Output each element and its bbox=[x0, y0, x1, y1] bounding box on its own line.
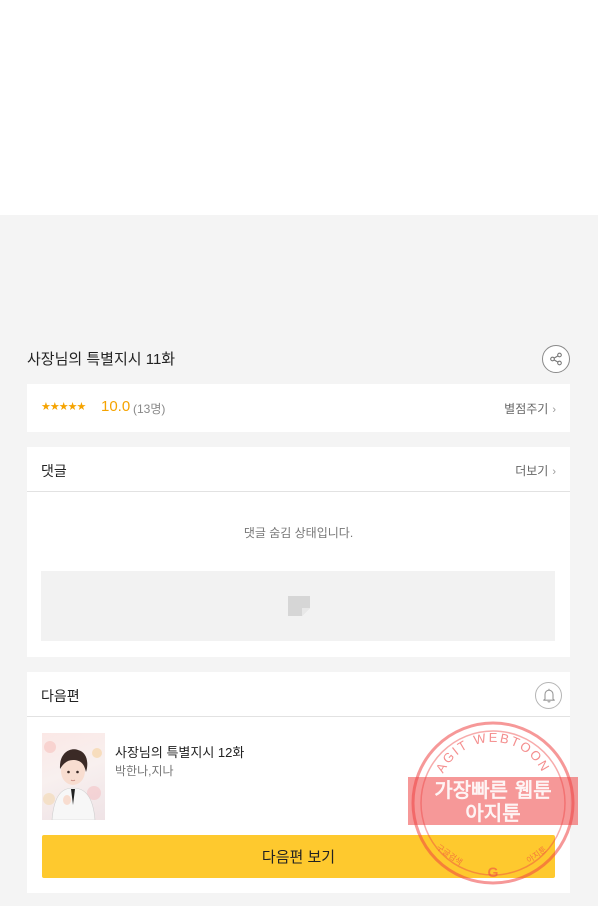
comment-card: 댓글 더보기 › 댓글 숨김 상태입니다. bbox=[27, 447, 570, 657]
comment-header: 댓글 더보기 › bbox=[27, 447, 570, 492]
episode-title: 사장님의 특별지시 11화 bbox=[27, 351, 176, 368]
image-placeholder-icon bbox=[288, 596, 310, 616]
chevron-right-icon: › bbox=[552, 404, 556, 416]
comment-title: 댓글 bbox=[41, 463, 67, 479]
next-episode-title[interactable]: 사장님의 특별지시 12화 bbox=[115, 742, 244, 761]
next-episode-author: 박한나,지나 bbox=[115, 764, 174, 778]
comment-placeholder-box bbox=[41, 571, 555, 641]
next-episode-section-title: 다음편 bbox=[41, 688, 80, 704]
share-button[interactable] bbox=[542, 345, 570, 373]
watermark-line2: 아지툰 bbox=[465, 801, 520, 825]
rating-stars: ★★★★★ bbox=[41, 401, 86, 413]
rating-card: ★★★★★ 10.0 (13명) 별점주기 › bbox=[27, 384, 570, 432]
thumbnail-illustration bbox=[43, 741, 102, 820]
watermark-bottom-right: 아지툰 bbox=[524, 844, 548, 865]
watermark-line1: 가장빠른 웹툰 bbox=[434, 778, 551, 802]
notify-button[interactable] bbox=[535, 682, 562, 709]
rate-label: 별점주기 bbox=[504, 402, 549, 416]
comment-more-link[interactable]: 더보기 › bbox=[515, 462, 556, 479]
next-episode-header: 다음편 bbox=[27, 672, 570, 717]
more-label: 더보기 bbox=[515, 464, 549, 478]
watermark-bottom-letter: G bbox=[488, 864, 499, 880]
rating-score: 10.0 bbox=[101, 398, 131, 415]
bell-icon bbox=[542, 688, 555, 703]
rating-count: (13명) bbox=[133, 402, 166, 416]
rate-button[interactable]: 별점주기 › bbox=[504, 400, 556, 417]
comment-hidden-message: 댓글 숨김 상태입니다. bbox=[243, 526, 354, 540]
chevron-right-icon: › bbox=[552, 466, 556, 478]
ad-blank-area bbox=[0, 0, 598, 215]
share-icon bbox=[550, 352, 562, 366]
next-episode-thumbnail[interactable] bbox=[42, 733, 105, 820]
watermark-stamp: AGIT WEBTOON 가장빠른 웹툰 아지툰 구글검색 아지툰 G bbox=[408, 721, 578, 885]
